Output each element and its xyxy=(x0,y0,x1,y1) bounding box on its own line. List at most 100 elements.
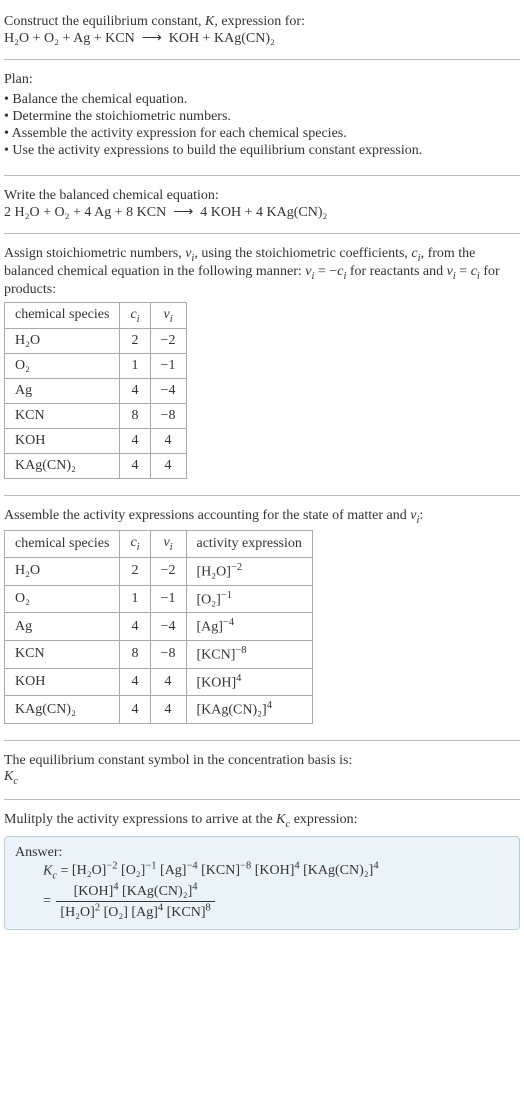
cell-nu: 4 xyxy=(150,454,186,479)
divider xyxy=(4,233,520,234)
table-header-row: chemical species ci νi activity expressi… xyxy=(5,531,313,558)
cell-nu: −4 xyxy=(150,379,186,404)
cell-c: 2 xyxy=(120,557,150,585)
answer-label: Answer: xyxy=(15,845,509,861)
cell-act: [O₂]−1 xyxy=(186,585,312,613)
table-row: H₂O2−2 xyxy=(5,329,187,354)
divider xyxy=(4,495,520,496)
cell-species: H₂O xyxy=(5,329,120,354)
term-exp: 4 xyxy=(113,881,118,892)
cell-nu: −2 xyxy=(150,557,186,585)
cell-c: 4 xyxy=(120,668,150,696)
activity-text: Assemble the activity expressions accoun… xyxy=(4,508,520,526)
cell-species: Ag xyxy=(5,379,120,404)
plan-item-text: Assemble the activity expression for eac… xyxy=(12,126,347,141)
stoich-text-b: , using the stoichiometric coefficients, xyxy=(194,246,411,261)
answer-fraction: [KOH]4 [KAg(CN)₂]4 [H₂O]2 [O₂] [Ag]4 [KC… xyxy=(56,881,214,921)
den-term: [O₂] xyxy=(104,905,128,920)
term-base: [KAg(CN)₂] xyxy=(122,884,192,899)
table-row: KOH44[KOH]4 xyxy=(5,668,313,696)
fraction-denominator: [H₂O]2 [O₂] [Ag]4 [KCN]8 xyxy=(56,902,214,922)
term-exp: 4 xyxy=(158,903,163,914)
symbol-K-sub: c xyxy=(13,776,18,787)
balanced-section: Write the balanced chemical equation: 2 … xyxy=(4,182,520,227)
plan-item: • Balance the chemical equation. xyxy=(4,92,520,108)
multiply-section: Mulitply the activity expressions to arr… xyxy=(4,806,520,937)
table-row: KOH44 xyxy=(5,429,187,454)
symbol-K: K xyxy=(4,769,13,784)
stoich-text-a: Assign stoichiometric numbers, xyxy=(4,246,185,261)
cell-species: KOH xyxy=(5,429,120,454)
plan-item-text: Determine the stoichiometric numbers. xyxy=(12,109,231,124)
cell-act: [Ag]−4 xyxy=(186,613,312,641)
plan-list: • Balance the chemical equation. • Deter… xyxy=(4,92,520,159)
act-base: [O₂] xyxy=(197,592,221,607)
intro-line: Construct the equilibrium constant, K, e… xyxy=(4,14,520,30)
intro-equation: H₂O + O₂ + Ag + KCN ⟶ KOH + KAg(CN)₂ xyxy=(4,30,520,47)
cell-species: O₂ xyxy=(5,585,120,613)
divider xyxy=(4,175,520,176)
plan-section: Plan: • Balance the chemical equation. •… xyxy=(4,66,520,169)
cell-nu: −1 xyxy=(150,585,186,613)
symbol-text: The equilibrium constant symbol in the c… xyxy=(4,753,520,769)
cell-species: KCN xyxy=(5,640,120,668)
divider xyxy=(4,740,520,741)
th-c-sub: i xyxy=(137,542,140,553)
th-species: chemical species xyxy=(5,302,120,329)
cell-species: KOH xyxy=(5,668,120,696)
term-exp: −4 xyxy=(186,861,197,872)
table-row: KCN8−8 xyxy=(5,404,187,429)
act-exp: −8 xyxy=(235,645,246,656)
activity-text-b: : xyxy=(419,508,423,523)
table-row: KAg(CN)₂44[KAg(CN)₂]4 xyxy=(5,696,313,724)
term-base: [KOH] xyxy=(255,863,295,878)
cell-nu: −8 xyxy=(150,640,186,668)
cell-act: [KOH]4 xyxy=(186,668,312,696)
th-nu: νi xyxy=(150,302,186,329)
cell-species: KAg(CN)₂ xyxy=(5,696,120,724)
activity-section: Assemble the activity expressions accoun… xyxy=(4,502,520,734)
plan-item: • Assemble the activity expression for e… xyxy=(4,126,520,142)
term-base: [KOH] xyxy=(74,884,114,899)
th-nu: νi xyxy=(150,531,186,558)
act-exp: 4 xyxy=(267,700,272,711)
answer-term: [KCN]−8 xyxy=(201,863,251,878)
cell-act: [H₂O]−2 xyxy=(186,557,312,585)
plan-item: • Determine the stoichiometric numbers. xyxy=(4,109,520,125)
num-term: [KOH]4 xyxy=(74,884,119,899)
intro-text-a: Construct the equilibrium constant, xyxy=(4,14,205,29)
activity-text-a: Assemble the activity expressions accoun… xyxy=(4,508,410,523)
cell-act: [KCN]−8 xyxy=(186,640,312,668)
activity-table: chemical species ci νi activity expressi… xyxy=(4,530,313,724)
cell-c: 8 xyxy=(120,640,150,668)
cell-species: KAg(CN)₂ xyxy=(5,454,120,479)
cell-c: 4 xyxy=(120,379,150,404)
term-exp: 2 xyxy=(95,903,100,914)
symbol-kc: Kc xyxy=(4,769,520,787)
balanced-rhs: 4 KOH + 4 KAg(CN)₂ xyxy=(200,205,327,220)
term-exp: 8 xyxy=(206,903,211,914)
table-header-row: chemical species ci νi xyxy=(5,302,187,329)
plan-heading: Plan: xyxy=(4,72,520,88)
answer-box: Answer: Kc = [H₂O]−2 [O₂]−1 [Ag]−4 [KCN]… xyxy=(4,836,520,931)
cell-species: H₂O xyxy=(5,557,120,585)
th-c: ci xyxy=(120,302,150,329)
answer-eq: = xyxy=(57,863,72,878)
intro-eq-rhs: KOH + KAg(CN)₂ xyxy=(169,31,275,46)
cell-c: 1 xyxy=(120,354,150,379)
table-row: H₂O2−2[H₂O]−2 xyxy=(5,557,313,585)
term-base: [KCN] xyxy=(201,863,240,878)
stoich-section: Assign stoichiometric numbers, νi , using… xyxy=(4,240,520,489)
term-base: [KCN] xyxy=(167,905,206,920)
cell-c: 1 xyxy=(120,585,150,613)
act-base: [KOH] xyxy=(197,675,237,690)
term-exp: −1 xyxy=(145,861,156,872)
term-exp: 4 xyxy=(294,861,299,872)
cell-species: Ag xyxy=(5,613,120,641)
balanced-equation: 2 H₂O + O₂ + 4 Ag + 8 KCN ⟶ 4 KOH + 4 KA… xyxy=(4,204,520,221)
multiply-text-b: expression: xyxy=(290,812,357,827)
term-base: [Ag] xyxy=(131,905,157,920)
term-base: [KAg(CN)₂] xyxy=(303,863,373,878)
term-base: [Ag] xyxy=(160,863,186,878)
cell-c: 2 xyxy=(120,329,150,354)
